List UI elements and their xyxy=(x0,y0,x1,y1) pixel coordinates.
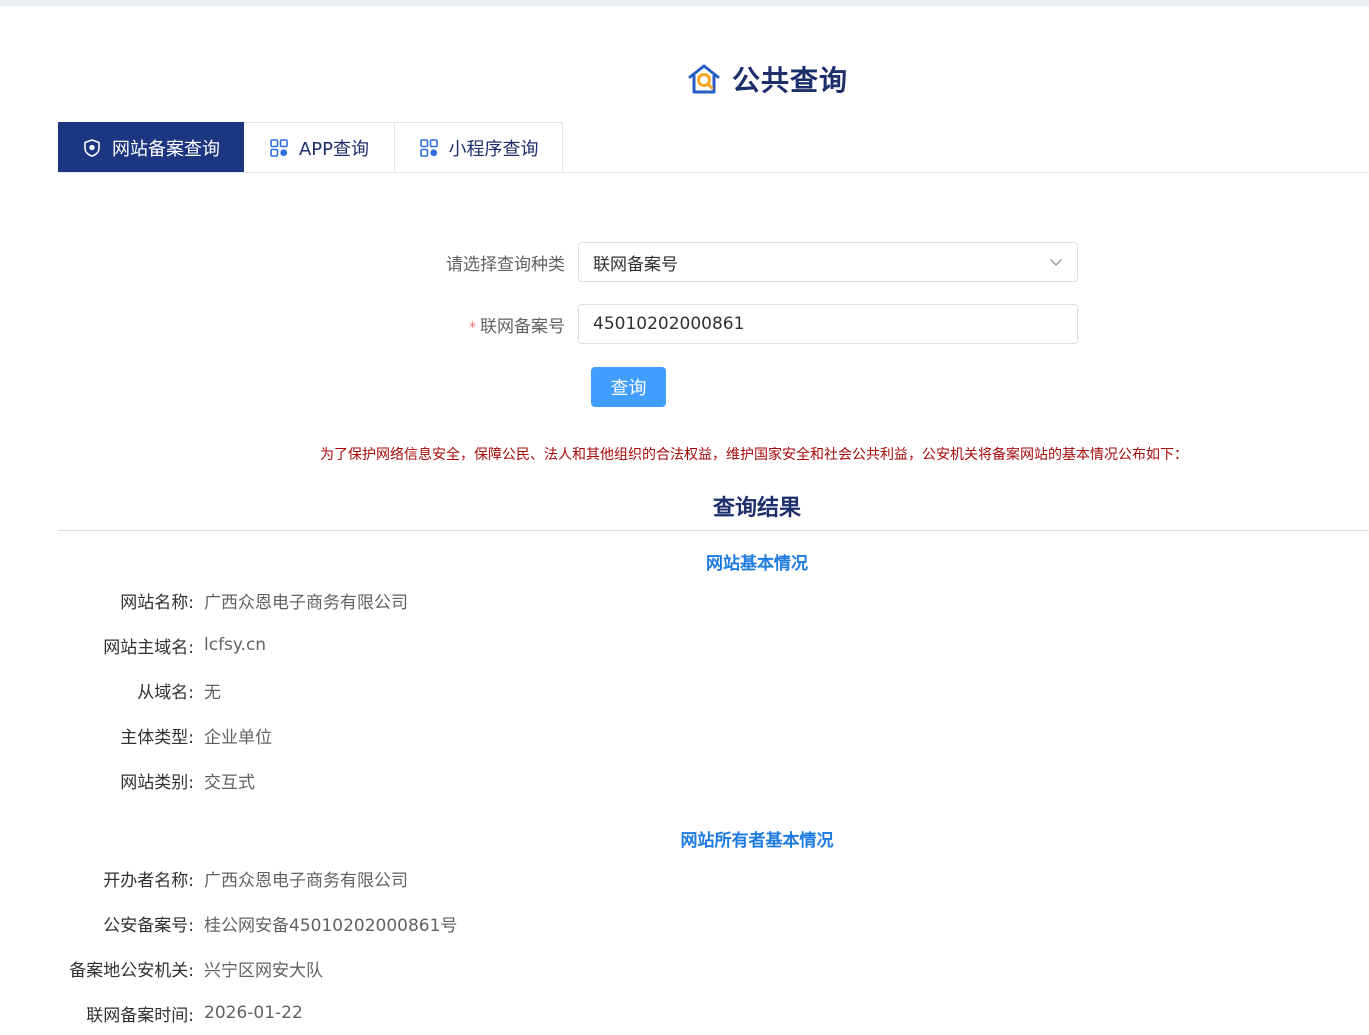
grid-icon xyxy=(419,138,438,157)
chevron-down-icon xyxy=(1050,259,1062,266)
query-button[interactable]: 查询 xyxy=(591,367,666,407)
record-number-input[interactable]: 45010202000861 xyxy=(578,304,1078,344)
notice-text: 为了保护网络信息安全，保障公民、法人和其他组织的合法权益，维护国家安全和社会公共… xyxy=(320,447,1188,463)
tabs-divider xyxy=(58,172,1369,173)
house-search-icon xyxy=(688,64,720,94)
info-label: 主体类型: xyxy=(120,727,194,748)
info-label: 开办者名称: xyxy=(103,870,194,891)
info-value: 交互式 xyxy=(204,772,255,793)
info-label: 公安备案号: xyxy=(103,915,194,936)
page-header: 公共查询 xyxy=(686,60,848,98)
tab-label: 小程序查询 xyxy=(448,138,539,160)
query-tabs: 网站备案查询 APP查询 小程序查询 xyxy=(58,122,563,173)
record-number-label: * 联网备案号 xyxy=(400,312,578,337)
info-row: 网站类别: 交互式 xyxy=(0,768,255,793)
info-label: 从域名: xyxy=(137,682,194,703)
info-label: 网站类别: xyxy=(120,772,194,793)
tab-label: 网站备案查询 xyxy=(112,138,220,160)
record-number-label-text: 联网备案号 xyxy=(480,316,565,337)
query-type-row: 请选择查询种类 联网备案号 xyxy=(400,242,1100,282)
info-value: 2026-01-22 xyxy=(204,1003,303,1023)
info-row: 公安备案号: 桂公网安备45010202000861号 xyxy=(0,911,458,936)
info-value: lcfsy.cn xyxy=(204,635,267,655)
info-label: 备案地公安机关: xyxy=(69,960,194,981)
tab-website-record[interactable]: 网站备案查询 xyxy=(58,122,244,173)
info-row: 主体类型: 企业单位 xyxy=(0,723,272,748)
result-divider xyxy=(58,530,1369,531)
info-value: 企业单位 xyxy=(204,727,272,748)
info-value: 广西众恩电子商务有限公司 xyxy=(204,592,408,613)
info-row: 备案地公安机关: 兴宁区网安大队 xyxy=(0,956,323,981)
info-value: 无 xyxy=(204,682,221,703)
info-value: 广西众恩电子商务有限公司 xyxy=(204,870,408,891)
info-row: 联网备案时间: 2026-01-22 xyxy=(0,1001,303,1026)
info-row: 从域名: 无 xyxy=(0,678,221,703)
query-type-label: 请选择查询种类 xyxy=(446,254,565,275)
info-row: 网站主域名: lcfsy.cn xyxy=(0,633,267,658)
info-value: 兴宁区网安大队 xyxy=(204,960,323,981)
record-number-row: * 联网备案号 45010202000861 xyxy=(400,304,1100,344)
info-row: 开办者名称: 广西众恩电子商务有限公司 xyxy=(0,866,408,891)
shield-icon xyxy=(84,138,100,157)
tab-label: APP查询 xyxy=(298,138,370,160)
tab-mini-program[interactable]: 小程序查询 xyxy=(395,122,563,173)
result-title: 查询结果 xyxy=(712,496,801,521)
record-number-value: 45010202000861 xyxy=(593,314,745,334)
info-value: 桂公网安备45010202000861号 xyxy=(204,915,458,936)
required-mark: * xyxy=(469,319,476,336)
owner-section-title: 网站所有者基本情况 xyxy=(680,831,834,851)
info-label: 网站主域名: xyxy=(103,637,194,658)
page-title: 公共查询 xyxy=(732,64,849,97)
top-strip xyxy=(0,0,1369,6)
tab-app[interactable]: APP查询 xyxy=(244,122,395,173)
query-type-value: 联网备案号 xyxy=(593,254,678,275)
info-label: 联网备案时间: xyxy=(86,1005,194,1026)
grid-icon xyxy=(270,138,288,157)
query-type-select[interactable]: 联网备案号 xyxy=(578,242,1078,282)
site-section-title: 网站基本情况 xyxy=(706,554,808,574)
info-label: 网站名称: xyxy=(120,592,194,613)
info-row: 网站名称: 广西众恩电子商务有限公司 xyxy=(0,588,408,613)
